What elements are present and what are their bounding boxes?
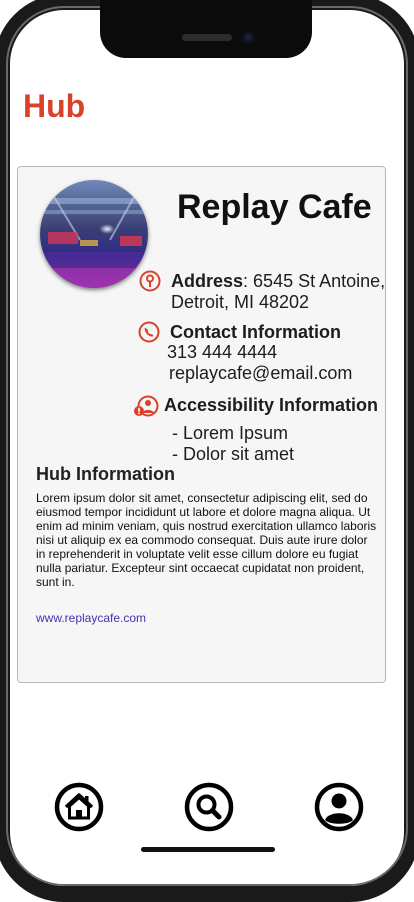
nav-home-button[interactable] — [54, 782, 104, 832]
front-camera-icon — [242, 31, 255, 44]
profile-icon — [314, 782, 364, 832]
accessibility-icon — [134, 395, 159, 417]
website-link[interactable]: www.replaycafe.com — [36, 611, 146, 625]
contact-label: Contact Information — [170, 322, 341, 342]
device-notch — [100, 0, 312, 58]
contact-phone[interactable]: 313 444 4444 — [167, 342, 277, 363]
page-title: Hub — [23, 88, 86, 124]
contact-email[interactable]: replaycafe@email.com — [169, 363, 352, 384]
accessibility-item: - Lorem Ipsum — [172, 423, 289, 443]
venue-name: Replay Cafe — [177, 188, 372, 226]
venue-photo — [40, 180, 148, 288]
phone-icon — [138, 321, 160, 343]
address-block: Address: 6545 St Antoine, Detroit, MI 48… — [171, 271, 386, 312]
search-icon — [184, 782, 234, 832]
venue-card: Replay Cafe Address: 6545 St Antoine, De… — [17, 166, 386, 683]
home-indicator[interactable] — [141, 847, 275, 852]
location-pin-icon — [139, 270, 161, 292]
accessibility-item: - Dolor sit amet — [172, 444, 295, 464]
venue-photo-image — [40, 180, 148, 288]
address-label: Address — [171, 271, 244, 291]
address-line-1: 6545 St Antoine, — [253, 271, 386, 291]
hub-info-title: Hub Information — [36, 464, 175, 484]
speaker-grille — [182, 34, 232, 41]
nav-profile-button[interactable] — [314, 782, 364, 832]
address-line-2: Detroit, MI 48202 — [171, 292, 310, 312]
hub-info-body: Lorem ipsum dolor sit amet, consectetur … — [36, 491, 377, 589]
accessibility-label: Accessibility Information — [164, 395, 379, 415]
home-icon — [54, 782, 104, 832]
nav-search-button[interactable] — [184, 782, 234, 832]
